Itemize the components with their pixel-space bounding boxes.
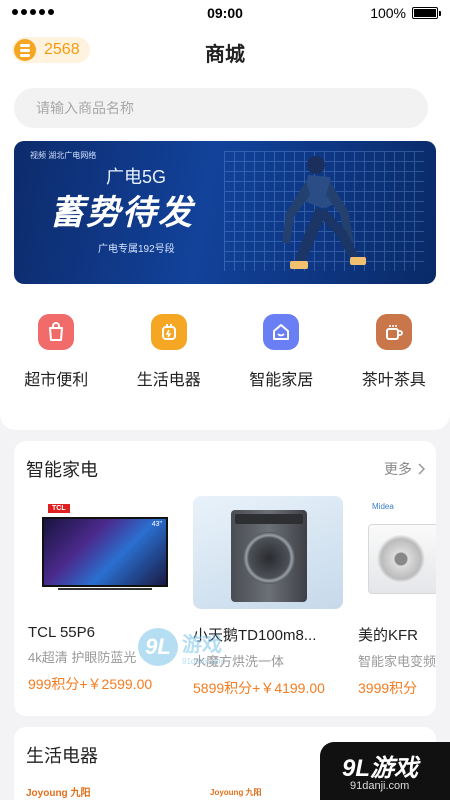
category-label: 茶叶茶具 [361,372,426,389]
category-appliances[interactable]: 生活电器 [113,314,226,390]
search-bar[interactable] [14,88,428,128]
ac-unit [368,524,436,594]
promo-banner[interactable]: 视频 湖北广电网络 广电5G 蓄势待发 广电专属192号段 [14,141,436,284]
watermark: 9L 游戏 91danji.com [138,628,225,666]
joyoung-logo: Joyoung 九阳 [210,788,262,797]
tea-cup-icon [375,314,412,350]
corner-watermark: 9L游戏 91danji.com [320,742,450,800]
chevron-right-icon [418,463,426,475]
tv-size-label: 43" [151,521,162,528]
midea-logo: Midea [372,502,394,511]
washer-door [243,532,295,584]
category-label: 智能家居 [249,372,314,389]
tv-stand [58,588,152,590]
page-title: 商城 [205,44,245,66]
category-row: 超市便利 生活电器 智能家居 茶叶茶具 [0,314,450,390]
category-label: 超市便利 [24,372,89,389]
joyoung-logo: Joyoung 九阳 [26,788,91,799]
product-name: 美的KFR [358,627,419,644]
product-price: 999积分+￥2599.00 [28,676,153,692]
more-link[interactable]: 更多 [384,459,426,479]
shopping-bag-icon [38,314,75,350]
status-bar: 09:00 100% [0,0,450,26]
category-tea[interactable]: 茶叶茶具 [338,314,450,390]
smart-home-icon [263,314,300,350]
washing-machine [231,510,307,602]
watermark-text: 游戏 [182,634,222,656]
watermark-url: 91danji.com [182,657,226,666]
section-title: 生活电器 [26,746,98,766]
tcl-logo: TCL [48,504,70,513]
banner-brand: 视频 湖北广电网络 [30,151,97,160]
product-card[interactable]: 小天鹅TD100m8... 水魔方烘洗一体 5899积分+￥4199.00 [193,496,343,698]
fan-icon [377,535,425,583]
runner-image [282,156,366,269]
banner-headline: 蓄势待发 [50,193,194,233]
plug-icon [150,314,187,350]
product-desc: 智能家电变频 [358,654,436,669]
product-image [193,496,343,609]
more-label: 更多 [384,461,412,477]
section-smart-appliances: 智能家电 更多 TCL 43" TCL 55P6 4k超清 护眼防蓝光 999积… [14,441,436,716]
section-title: 智能家电 [26,460,98,480]
product-image: Midea [358,496,436,609]
category-smart-home[interactable]: 智能家居 [225,314,338,390]
product-price: 5899积分+￥4199.00 [193,680,325,696]
category-supermarket[interactable]: 超市便利 [0,314,113,390]
tv-screen: 43" [42,517,168,587]
product-image: TCL 43" [28,496,178,609]
watermark-badge: 9L [138,628,178,666]
category-label: 生活电器 [136,372,201,389]
product-price: 3999积分 [358,680,418,696]
search-input[interactable] [36,100,428,116]
banner-sub: 广电专属192号段 [98,244,175,255]
battery-icon [412,7,441,19]
product-card[interactable]: Midea 美的KFR 智能家电变频 3999积分 [358,496,436,698]
corner-watermark-text: 9L游戏 [342,755,419,782]
battery-percent: 100% [370,5,406,21]
corner-watermark-url: 91danji.com [350,780,410,792]
